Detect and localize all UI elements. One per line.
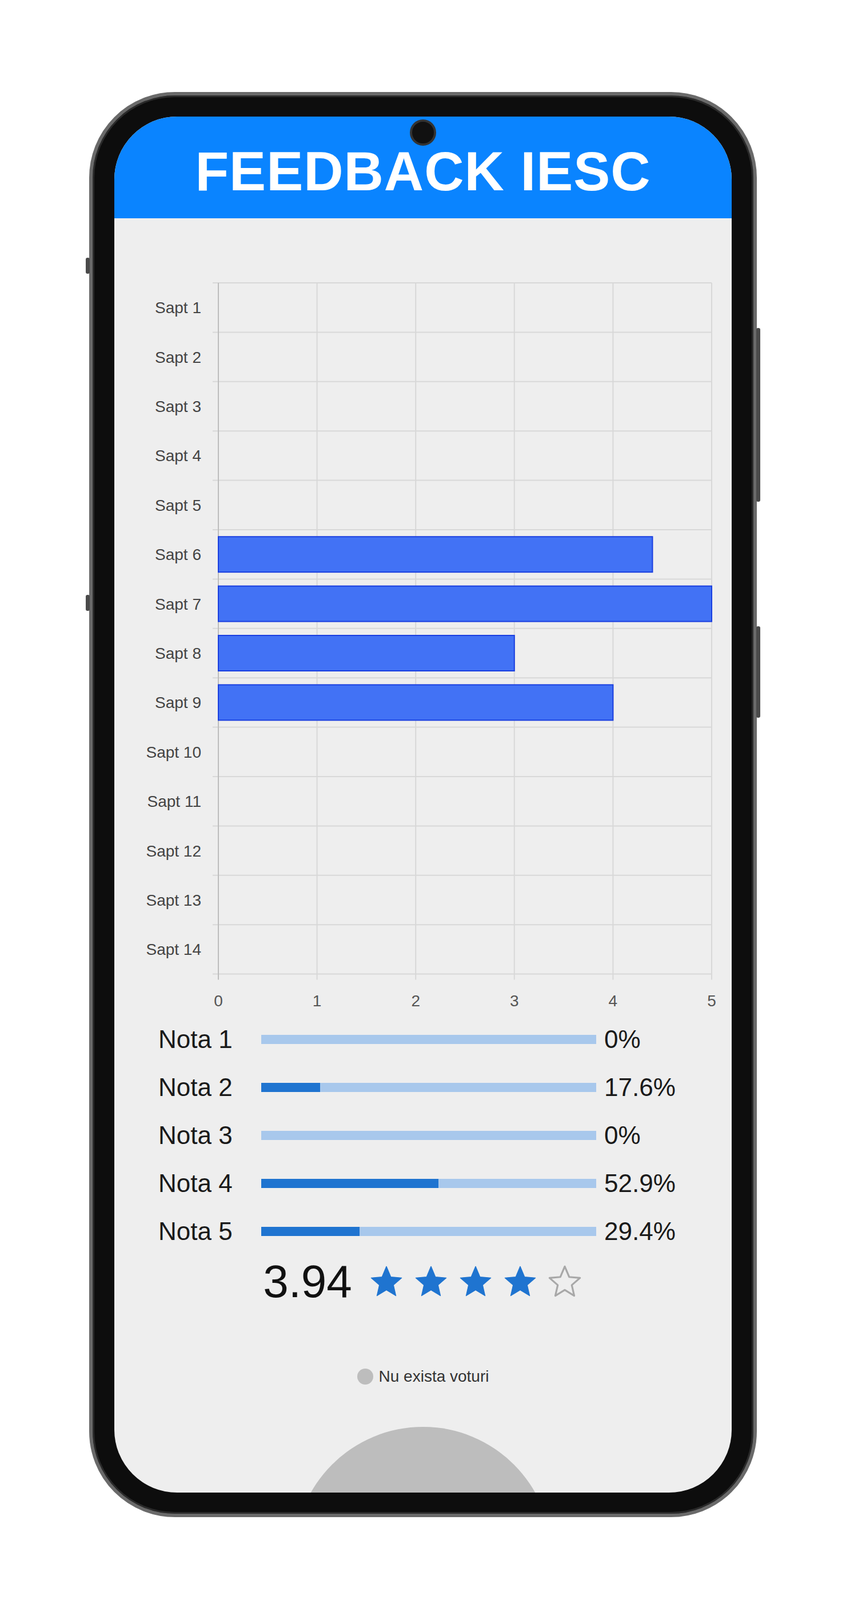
bar[interactable] [218, 635, 515, 672]
star-rating [368, 1263, 584, 1301]
camera-icon [409, 119, 437, 146]
axis-tick: 3 [509, 992, 520, 1011]
rating-fill [261, 1227, 360, 1237]
rating-label: Nota 2 [158, 1073, 262, 1103]
bar[interactable] [218, 536, 653, 573]
category-label: Sapt 7 [154, 595, 202, 614]
average-row: 3.94 [114, 1255, 732, 1309]
side-mark [85, 595, 90, 612]
rating-row: Nota 2 17.6% [114, 1063, 732, 1112]
category-label: Sapt 3 [154, 397, 202, 416]
rating-label: Nota 1 [158, 1025, 262, 1055]
rating-row: Nota 3 0% [114, 1111, 732, 1160]
bar-chart: 0 1 2 3 4 5 Sapt 1 Sapt 2 Sapt 3 Sapt 4 Sapt 5 Sapt… [114, 275, 732, 1016]
rating-percent: 17.6% [604, 1073, 676, 1103]
legend-dot [357, 1369, 374, 1386]
pie-chart [294, 1427, 552, 1494]
star-icon [546, 1263, 584, 1301]
screen: FEEDBACK IESC 0 1 2 3 4 5 Sapt 1 Sapt 2 Sapt 3 Sap… [114, 116, 732, 1494]
rating-list: Nota 10%Nota 217.6%Nota 30%Nota 452.9%No… [114, 1015, 732, 1256]
category-label: Sapt 9 [154, 693, 202, 712]
axis-tick: 1 [312, 992, 322, 1011]
category-label: Sapt 5 [154, 496, 202, 515]
axis-tick: 0 [213, 992, 223, 1011]
rating-track [261, 1227, 597, 1237]
category-label: Sapt 13 [145, 891, 202, 910]
rating-percent: 0% [604, 1025, 641, 1055]
rating-percent: 52.9% [604, 1169, 676, 1199]
bar[interactable] [218, 586, 712, 622]
category-label: Sapt 1 [154, 298, 202, 317]
star-icon [457, 1263, 494, 1301]
star-icon [501, 1263, 539, 1301]
rating-percent: 0% [604, 1121, 641, 1151]
rating-track [261, 1131, 597, 1141]
rating-row: Nota 4 52.9% [114, 1159, 732, 1208]
category-label: Sapt 2 [154, 348, 202, 367]
phone-frame: FEEDBACK IESC 0 1 2 3 4 5 Sapt 1 Sapt 2 Sapt 3 Sap… [89, 92, 757, 1518]
category-label: Sapt 11 [147, 792, 202, 811]
rating-track [261, 1035, 597, 1045]
rating-row: Nota 5 29.4% [114, 1207, 732, 1256]
axis-tick: 2 [410, 992, 421, 1011]
rating-row: Nota 1 0% [114, 1015, 732, 1064]
star-icon [368, 1263, 405, 1301]
page: FEEDBACK IESC 0 1 2 3 4 5 Sapt 1 Sapt 2 Sapt 3 Sap… [0, 0, 846, 1600]
category-label: Sapt 12 [145, 842, 202, 861]
bar[interactable] [218, 684, 613, 721]
axis-tick: 5 [707, 992, 717, 1011]
pie-legend: Nu exista voturi [114, 1367, 732, 1387]
rating-percent: 29.4% [604, 1217, 676, 1247]
category-label: Sapt 4 [154, 447, 202, 465]
category-label: Sapt 8 [154, 644, 202, 663]
legend-label: Nu exista voturi [378, 1367, 490, 1387]
rating-label: Nota 3 [158, 1121, 262, 1151]
rating-fill [261, 1083, 321, 1093]
rating-label: Nota 5 [158, 1217, 262, 1247]
rating-label: Nota 4 [158, 1169, 262, 1199]
average-value: 3.94 [262, 1255, 353, 1309]
side-mark [85, 257, 90, 274]
category-label: Sapt 10 [145, 743, 202, 762]
rating-track [261, 1179, 597, 1189]
category-label: Sapt 6 [154, 545, 202, 564]
volume-button[interactable] [756, 328, 761, 502]
rating-fill [261, 1179, 439, 1189]
star-icon [412, 1263, 450, 1301]
axis-tick: 4 [608, 992, 618, 1011]
category-label: Sapt 14 [145, 940, 202, 959]
power-button[interactable] [756, 626, 761, 718]
rating-track [261, 1083, 597, 1093]
header-title: FEEDBACK IESC [194, 140, 651, 203]
